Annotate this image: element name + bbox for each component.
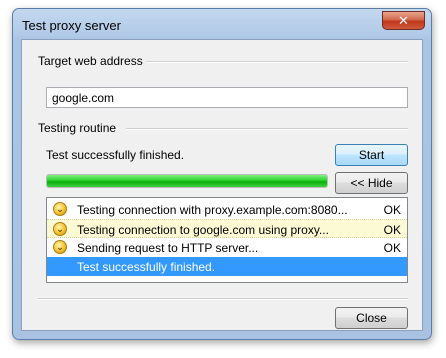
log-result: OK [383, 241, 401, 255]
dialog-client-area: Target web address google.com Testing ro… [21, 39, 423, 331]
progress-bar [46, 174, 328, 188]
progress-bar-fill [47, 175, 327, 187]
window-title: Test proxy server [22, 18, 121, 33]
chevron-down-icon: ⌄ [53, 240, 67, 254]
target-group-label: Target web address [38, 54, 143, 68]
routine-group-label: Testing routine [38, 121, 117, 135]
log-row-selected[interactable]: Test successfully finished. [47, 257, 407, 276]
status-text: Test successfully finished. [46, 148, 185, 162]
log-message: Testing connection to google.com using p… [77, 223, 329, 237]
footer-divider [38, 298, 408, 300]
dialog-window: Test proxy server ✕ Target web address g… [12, 8, 432, 340]
log-row[interactable]: ⌄ Testing connection to google.com using… [47, 219, 407, 238]
log-message: Sending request to HTTP server... [77, 241, 259, 255]
log-result: OK [383, 223, 401, 237]
log-message: Testing connection with proxy.example.co… [77, 203, 348, 217]
log-row[interactable]: ⌄ Testing connection with proxy.example.… [47, 200, 407, 219]
test-log-list[interactable]: ⌄ Testing connection with proxy.example.… [46, 197, 408, 283]
log-message: Test successfully finished. [77, 260, 216, 274]
close-button[interactable]: Close [335, 307, 408, 329]
window-close-button[interactable]: ✕ [382, 11, 425, 30]
chevron-down-icon: ⌄ [53, 202, 67, 216]
log-row[interactable]: ⌄ Sending request to HTTP server... OK [47, 238, 407, 257]
start-button[interactable]: Start [335, 144, 408, 166]
chevron-down-icon: ⌄ [53, 222, 67, 236]
target-address-input[interactable]: google.com [46, 87, 408, 108]
log-result: OK [383, 203, 401, 217]
target-group-divider [146, 61, 408, 63]
routine-group-divider [126, 128, 408, 130]
hide-button[interactable]: << Hide [335, 172, 408, 194]
